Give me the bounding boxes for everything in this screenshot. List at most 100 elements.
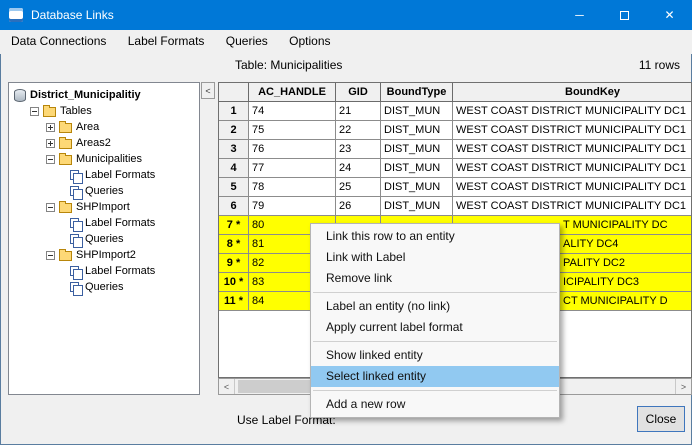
table-row: 6 79 26 DIST_MUN WEST COAST DISTRICT MUN… xyxy=(219,197,691,216)
column-header-bound-type[interactable]: BoundType xyxy=(381,83,453,102)
tree-item-label: Label Formats xyxy=(85,265,155,277)
maximize-button[interactable] xyxy=(602,0,647,30)
cell-bound-type[interactable]: DIST_MUN xyxy=(381,178,453,197)
tree-item-shpimport2-label-formats[interactable]: Label Formats xyxy=(9,263,199,279)
close-window-button[interactable]: ✕ xyxy=(647,0,692,30)
cell-gid[interactable]: 21 xyxy=(336,102,381,121)
cell-gid[interactable]: 22 xyxy=(336,121,381,140)
cell-gid[interactable]: 25 xyxy=(336,178,381,197)
menu-data-connections[interactable]: Data Connections xyxy=(2,30,115,52)
row-number-cell[interactable]: 6 xyxy=(219,197,249,216)
cell-bound-type[interactable]: DIST_MUN xyxy=(381,197,453,216)
row-number-cell[interactable]: 1 xyxy=(219,102,249,121)
cell-bound-key[interactable]: WEST COAST DISTRICT MUNICIPALITY DC1 xyxy=(453,102,692,121)
tree-item-shpimport2[interactable]: SHPImport2 xyxy=(9,247,199,263)
cell-bound-type[interactable]: DIST_MUN xyxy=(381,140,453,159)
tree-item-areas2[interactable]: Areas2 xyxy=(9,135,199,151)
row-number-cell[interactable]: 7 * xyxy=(219,216,249,235)
menu-item-add-a-new-row[interactable]: Add a new row xyxy=(311,394,559,415)
cell-bound-key[interactable]: WEST COAST DISTRICT MUNICIPALITY DC1 xyxy=(453,140,692,159)
cell-bound-key[interactable]: WEST COAST DISTRICT MUNICIPALITY DC1 xyxy=(453,121,692,140)
row-number-cell[interactable]: 9 * xyxy=(219,254,249,273)
row-number-cell[interactable]: 10 * xyxy=(219,273,249,292)
row-number-cell[interactable]: 11 * xyxy=(219,292,249,311)
label-formats-icon xyxy=(70,266,79,276)
tree-item-area[interactable]: Area xyxy=(9,119,199,135)
cell-bound-key[interactable]: WEST COAST DISTRICT MUNICIPALITY DC1 xyxy=(453,197,692,216)
expand-icon[interactable] xyxy=(46,139,55,148)
collapse-icon[interactable] xyxy=(46,203,55,212)
column-header-bound-key[interactable]: BoundKey xyxy=(453,83,692,102)
cell-bound-type[interactable]: DIST_MUN xyxy=(381,159,453,178)
collapse-icon[interactable] xyxy=(46,155,55,164)
menu-queries[interactable]: Queries xyxy=(217,30,277,52)
menu-item-show-linked-entity[interactable]: Show linked entity xyxy=(311,345,559,366)
cell-bound-type[interactable]: DIST_MUN xyxy=(381,102,453,121)
row-count-label: 11 rows xyxy=(639,58,680,72)
table-row: 1 74 21 DIST_MUN WEST COAST DISTRICT MUN… xyxy=(219,102,691,121)
row-number-cell[interactable]: 2 xyxy=(219,121,249,140)
menu-item-label-entity-no-link[interactable]: Label an entity (no link) xyxy=(311,296,559,317)
panel-collapse-button[interactable]: < xyxy=(201,82,215,99)
column-header-gid[interactable]: GID xyxy=(336,83,381,102)
row-number-cell[interactable]: 8 * xyxy=(219,235,249,254)
titlebar[interactable]: Database Links ─ ✕ xyxy=(0,0,692,30)
label-formats-icon xyxy=(70,218,79,228)
tree-item-label: District_Municipalitiy xyxy=(30,89,141,101)
cell-gid[interactable]: 26 xyxy=(336,197,381,216)
menubar: Data Connections Label Formats Queries O… xyxy=(0,30,692,54)
tree-item-shpimport2-queries[interactable]: Queries xyxy=(9,279,199,295)
tree-item-shpimport-label-formats[interactable]: Label Formats xyxy=(9,215,199,231)
menu-options[interactable]: Options xyxy=(280,30,339,52)
tree-item-tables[interactable]: Tables xyxy=(9,103,199,119)
database-links-window: Database Links ─ ✕ Data Connections Labe… xyxy=(0,0,692,445)
row-number-cell[interactable]: 4 xyxy=(219,159,249,178)
close-button[interactable]: Close xyxy=(637,406,685,432)
menu-separator xyxy=(313,341,557,342)
table-row: 4 77 24 DIST_MUN WEST COAST DISTRICT MUN… xyxy=(219,159,691,178)
cell-gid[interactable]: 24 xyxy=(336,159,381,178)
tree-item-municipalities[interactable]: Municipalities xyxy=(9,151,199,167)
tree-item-municipalities-label-formats[interactable]: Label Formats xyxy=(9,167,199,183)
database-tree: District_Municipalitiy Tables Area Areas… xyxy=(8,82,200,395)
tree-item-label: Queries xyxy=(85,281,124,293)
scroll-left-arrow-icon[interactable]: < xyxy=(219,379,235,394)
menu-item-link-row-to-entity[interactable]: Link this row to an entity xyxy=(311,226,559,247)
row-number-cell[interactable]: 5 xyxy=(219,178,249,197)
tree-item-shpimport-queries[interactable]: Queries xyxy=(9,231,199,247)
tree-item-shpimport[interactable]: SHPImport xyxy=(9,199,199,215)
cell-ac-handle[interactable]: 76 xyxy=(249,140,336,159)
table-row: 5 78 25 DIST_MUN WEST COAST DISTRICT MUN… xyxy=(219,178,691,197)
column-header-ac-handle[interactable]: AC_HANDLE xyxy=(249,83,336,102)
tree-item-label: Tables xyxy=(60,105,92,117)
cell-gid[interactable]: 23 xyxy=(336,140,381,159)
collapse-icon[interactable] xyxy=(46,251,55,260)
cell-bound-key[interactable]: WEST COAST DISTRICT MUNICIPALITY DC1 xyxy=(453,159,692,178)
corner-header-cell[interactable] xyxy=(219,83,249,102)
cell-bound-type[interactable]: DIST_MUN xyxy=(381,121,453,140)
menu-item-link-with-label[interactable]: Link with Label xyxy=(311,247,559,268)
minimize-button[interactable]: ─ xyxy=(557,0,602,30)
cell-ac-handle[interactable]: 79 xyxy=(249,197,336,216)
menu-item-remove-link[interactable]: Remove link xyxy=(311,268,559,289)
tree-item-root[interactable]: District_Municipalitiy xyxy=(9,87,199,103)
menu-item-select-linked-entity[interactable]: Select linked entity xyxy=(311,366,559,387)
row-number-cell[interactable]: 3 xyxy=(219,140,249,159)
collapse-icon[interactable] xyxy=(30,107,39,116)
cell-ac-handle[interactable]: 75 xyxy=(249,121,336,140)
menu-separator xyxy=(313,390,557,391)
menu-label-formats[interactable]: Label Formats xyxy=(119,30,214,52)
queries-icon xyxy=(70,234,79,244)
cell-ac-handle[interactable]: 77 xyxy=(249,159,336,178)
folder-icon xyxy=(59,251,72,261)
menu-separator xyxy=(313,292,557,293)
expand-icon[interactable] xyxy=(46,123,55,132)
folder-icon xyxy=(43,107,56,117)
tree-item-municipalities-queries[interactable]: Queries xyxy=(9,183,199,199)
cell-bound-key[interactable]: WEST COAST DISTRICT MUNICIPALITY DC1 xyxy=(453,178,692,197)
menu-item-apply-current-label-format[interactable]: Apply current label format xyxy=(311,317,559,338)
cell-ac-handle[interactable]: 78 xyxy=(249,178,336,197)
queries-icon xyxy=(70,186,79,196)
scroll-right-arrow-icon[interactable]: > xyxy=(675,379,691,394)
cell-ac-handle[interactable]: 74 xyxy=(249,102,336,121)
